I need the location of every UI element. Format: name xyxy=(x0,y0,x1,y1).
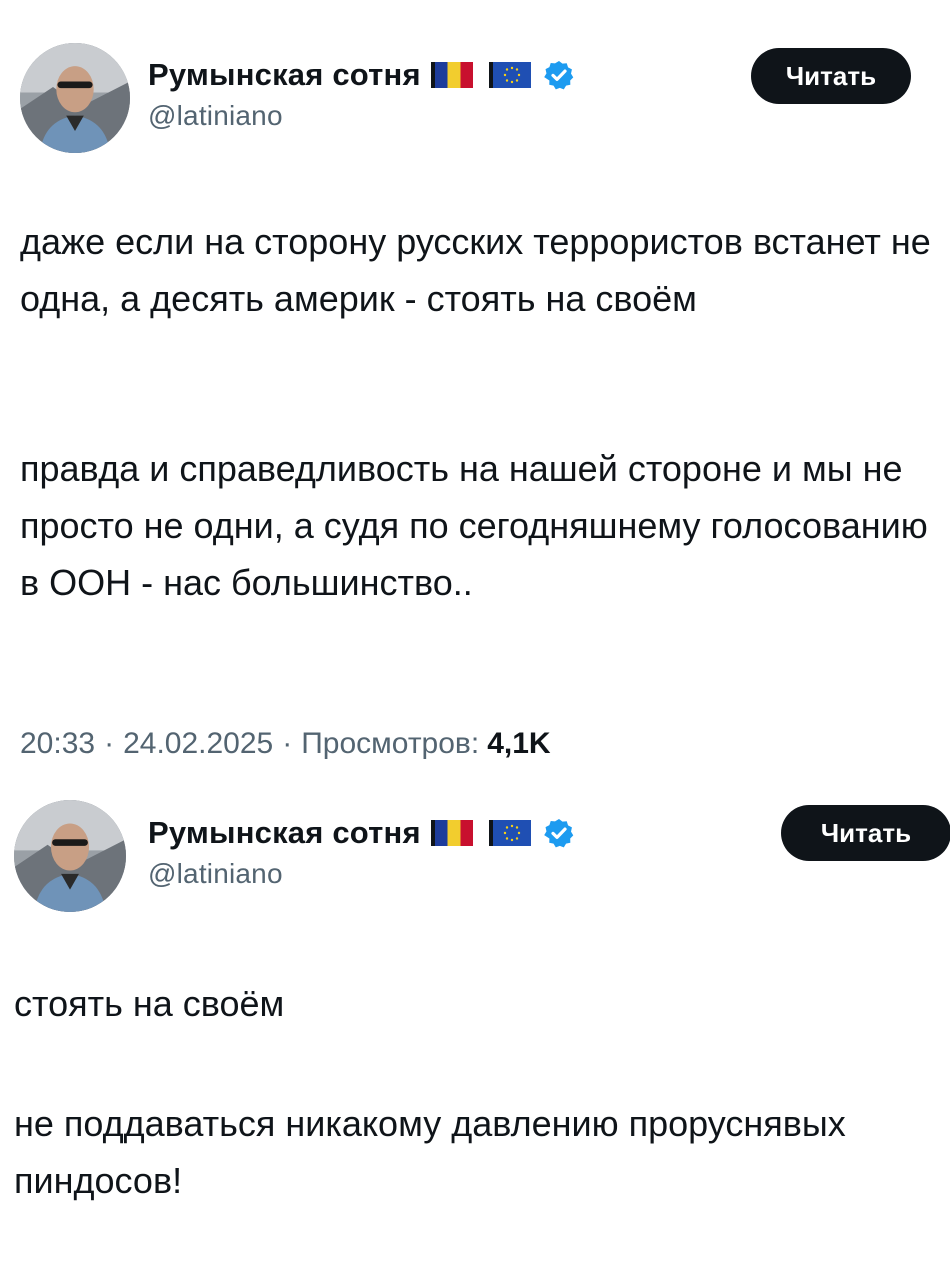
follow-button[interactable]: Читать xyxy=(751,48,911,104)
tweet-text-paragraph: правда и справедливость на нашей стороне… xyxy=(20,448,928,603)
meta-separator: · xyxy=(104,727,115,760)
tweet-time[interactable]: 20:33 xyxy=(20,727,95,761)
verified-badge-icon xyxy=(543,59,575,91)
flag-romania-icon xyxy=(430,62,473,88)
tweet-text-paragraph: стоять на своём xyxy=(14,983,285,1024)
avatar[interactable] xyxy=(14,800,126,912)
author-block: Румынская сотня @latiniano xyxy=(148,810,575,890)
tweet-meta: 20:33 · 24.02.2025 · Просмотров: 4,1K xyxy=(20,722,551,766)
author-name-row: Румынская сотня xyxy=(148,52,575,98)
truncated-text-line xyxy=(150,1271,910,1280)
author-block: Румынская сотня @latiniano xyxy=(148,52,575,132)
author-name-row: Румынская сотня xyxy=(148,810,575,856)
author-handle[interactable]: @latiniano xyxy=(148,858,575,890)
avatar-photo-icon xyxy=(14,800,126,912)
avatar[interactable] xyxy=(20,43,130,153)
views-label: Просмотров: xyxy=(301,727,480,760)
meta-separator: · xyxy=(282,727,293,760)
author-handle[interactable]: @latiniano xyxy=(148,100,575,132)
author-display-name[interactable]: Румынская сотня xyxy=(148,815,421,851)
author-display-name[interactable]: Румынская сотня xyxy=(148,57,421,93)
avatar-photo-icon xyxy=(20,43,130,153)
flag-eu-icon xyxy=(488,820,531,846)
views-count: 4,1K xyxy=(487,727,551,760)
tweet-text-paragraph: даже если на сторону русских террористов… xyxy=(20,221,931,319)
tweet-date[interactable]: 24.02.2025 xyxy=(123,727,273,761)
tweet-text-paragraph: не поддаваться никакому давлению прорусн… xyxy=(14,1103,846,1201)
flag-eu-icon xyxy=(488,62,531,88)
flag-romania-icon xyxy=(430,820,473,846)
verified-badge-icon xyxy=(543,817,575,849)
follow-button[interactable]: Читать xyxy=(781,805,950,861)
